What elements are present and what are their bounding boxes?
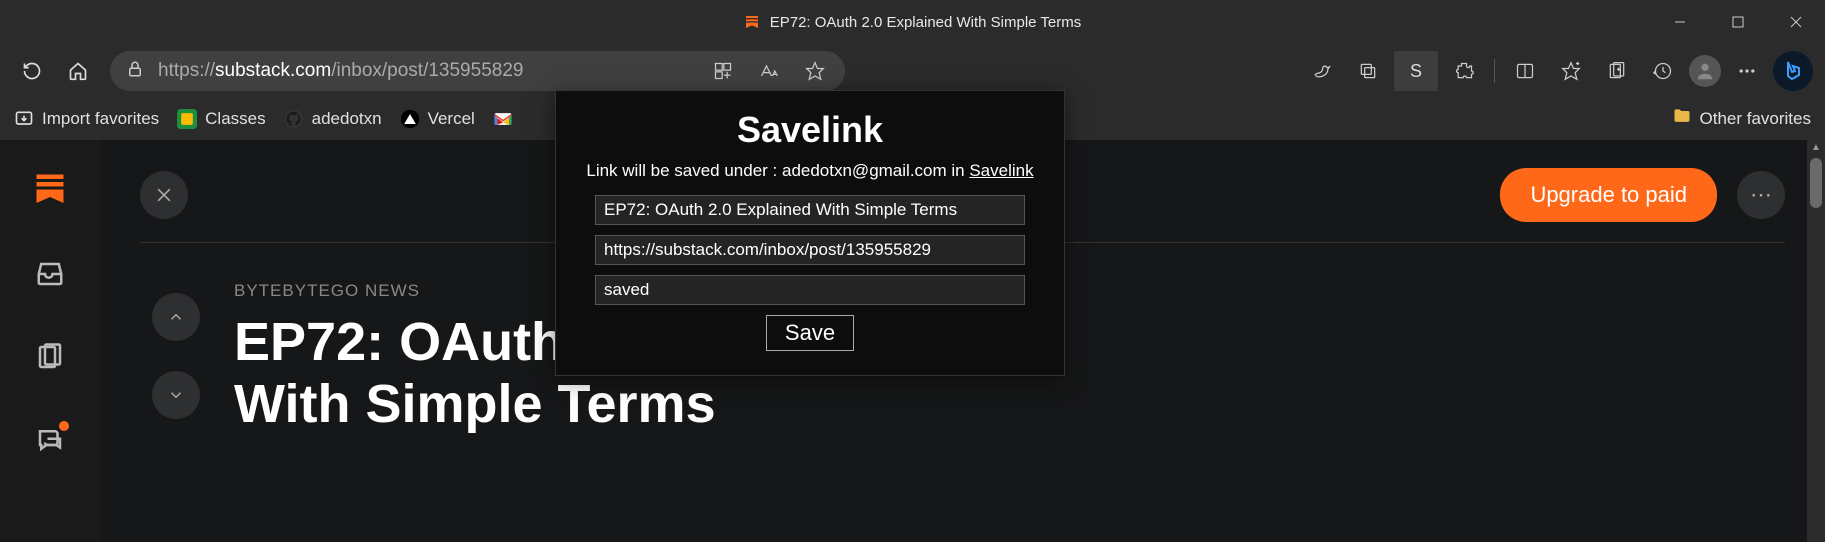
other-favorites-button[interactable]: Other favorites — [1672, 106, 1812, 131]
bookmark-adedotxn[interactable]: adedotxn — [284, 109, 382, 129]
substack-favicon — [744, 14, 760, 30]
vote-down-button[interactable] — [152, 371, 200, 419]
bookmark-label: adedotxn — [312, 109, 382, 129]
close-article-button[interactable] — [140, 171, 188, 219]
bookmark-classes[interactable]: Classes — [177, 109, 265, 129]
more-menu-icon[interactable] — [1727, 51, 1767, 91]
inbox-icon[interactable] — [35, 259, 65, 294]
bing-chat-button[interactable] — [1773, 51, 1813, 91]
minimize-button[interactable] — [1651, 0, 1709, 44]
save-button[interactable]: Save — [766, 315, 854, 351]
bookmark-label: Classes — [205, 109, 265, 129]
gmail-favicon — [493, 109, 513, 129]
savelink-brand-link[interactable]: Savelink — [969, 161, 1033, 180]
import-favorites-button[interactable]: Import favorites — [14, 109, 159, 129]
split-screen-icon[interactable] — [1505, 51, 1545, 91]
bookmark-vercel[interactable]: Vercel — [400, 109, 475, 129]
vercel-favicon — [400, 109, 420, 129]
chat-icon[interactable] — [35, 425, 65, 460]
home-button[interactable] — [58, 51, 98, 91]
scroll-thumb[interactable] — [1810, 158, 1822, 208]
lock-icon — [126, 60, 144, 83]
history-icon[interactable] — [1643, 51, 1683, 91]
other-favorites-label: Other favorites — [1700, 109, 1812, 129]
address-text: https://substack.com/inbox/post/13595582… — [158, 60, 523, 82]
window-controls — [1651, 0, 1825, 44]
refresh-button[interactable] — [12, 51, 52, 91]
favorite-star-icon[interactable] — [801, 57, 829, 85]
substack-sidebar — [0, 140, 100, 542]
vote-column — [152, 281, 200, 435]
bookmark-gmail[interactable] — [493, 109, 513, 129]
github-favicon — [284, 109, 304, 129]
text-size-icon[interactable] — [755, 57, 783, 85]
vote-up-button[interactable] — [152, 293, 200, 341]
titlebar: EP72: OAuth 2.0 Explained With Simple Te… — [0, 0, 1825, 44]
url-scheme: https:// — [158, 60, 215, 81]
favorites-icon[interactable] — [1551, 51, 1591, 91]
upgrade-label: Upgrade to paid — [1530, 182, 1687, 207]
article-more-button[interactable]: ⋯ — [1737, 171, 1785, 219]
copy-extension-icon[interactable] — [1348, 51, 1388, 91]
address-bar[interactable]: https://substack.com/inbox/post/13595582… — [110, 51, 845, 91]
notes-icon[interactable] — [35, 342, 65, 377]
title-input[interactable] — [595, 195, 1025, 225]
save-label: Save — [785, 320, 835, 345]
divider — [1494, 59, 1495, 83]
upgrade-button[interactable]: Upgrade to paid — [1500, 168, 1717, 222]
import-icon — [14, 109, 34, 129]
scrollbar[interactable]: ▲ — [1807, 140, 1825, 542]
maximize-button[interactable] — [1709, 0, 1767, 44]
tag-input[interactable] — [595, 275, 1025, 305]
import-favorites-label: Import favorites — [42, 109, 159, 129]
extensions-icon[interactable] — [1444, 51, 1484, 91]
url-path: /inbox/post/135955829 — [331, 60, 523, 81]
extension-letter: S — [1410, 61, 1422, 82]
bookmark-label: Vercel — [428, 109, 475, 129]
window-title-group: EP72: OAuth 2.0 Explained With Simple Te… — [744, 14, 1082, 31]
url-host: substack.com — [215, 60, 331, 81]
popup-title: Savelink — [584, 109, 1036, 151]
classes-favicon — [177, 109, 197, 129]
bird-extension-icon[interactable] — [1302, 51, 1342, 91]
savelink-popup: Savelink Link will be saved under : aded… — [555, 90, 1065, 376]
profile-avatar[interactable] — [1689, 55, 1721, 87]
folder-icon — [1672, 106, 1692, 131]
close-button[interactable] — [1767, 0, 1825, 44]
scroll-up-arrow[interactable]: ▲ — [1811, 142, 1821, 153]
app-install-icon[interactable] — [709, 57, 737, 85]
popup-subtitle: Link will be saved under : adedotxn@gmai… — [584, 161, 1036, 181]
substack-logo-icon[interactable] — [32, 170, 68, 211]
window-title: EP72: OAuth 2.0 Explained With Simple Te… — [770, 14, 1082, 31]
savelink-extension-button[interactable]: S — [1394, 51, 1438, 91]
url-input[interactable] — [595, 235, 1025, 265]
collections-icon[interactable] — [1597, 51, 1637, 91]
